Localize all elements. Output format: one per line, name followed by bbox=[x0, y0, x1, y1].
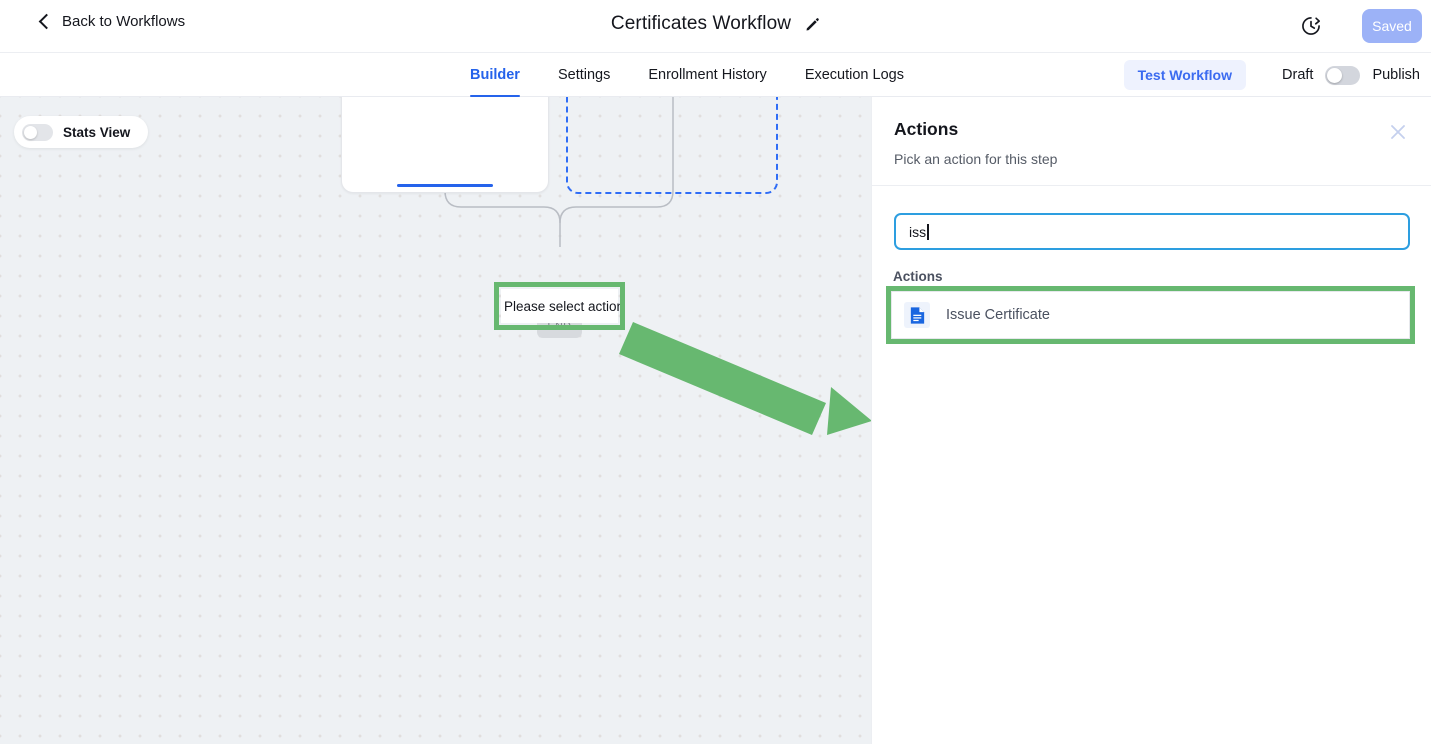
chevron-left-icon bbox=[38, 15, 51, 28]
tab-builder[interactable]: Builder bbox=[470, 53, 520, 97]
stats-view-toggle[interactable]: Stats View bbox=[14, 116, 149, 148]
actions-panel: Actions Pick an action for this step iss bbox=[871, 97, 1431, 744]
test-workflow-button[interactable]: Test Workflow bbox=[1123, 60, 1247, 90]
stats-view-switch-knob bbox=[24, 125, 37, 139]
workflow-canvas[interactable]: Stats View END Please select action bbox=[0, 97, 871, 744]
node-connectors bbox=[444, 97, 674, 247]
workflow-title-group: Certificates Workflow bbox=[0, 13, 1431, 35]
publish-toggle-knob bbox=[1327, 67, 1343, 83]
results-group-label: Actions bbox=[893, 269, 943, 284]
back-to-workflows-label: Back to Workflows bbox=[62, 13, 186, 30]
tab-settings[interactable]: Settings bbox=[558, 53, 610, 97]
draft-label: Draft bbox=[1282, 67, 1314, 83]
actions-panel-header: Actions Pick an action for this step bbox=[872, 97, 1431, 186]
highlight-box-select-action bbox=[494, 282, 625, 330]
search-input[interactable]: iss bbox=[894, 213, 1410, 250]
tab-list: Builder Settings Enrollment History Exec… bbox=[470, 53, 904, 97]
annotation-arrow bbox=[619, 322, 871, 435]
publish-toggle[interactable] bbox=[1325, 65, 1361, 85]
clock-history-icon[interactable] bbox=[1300, 15, 1322, 37]
app-root: Back to Workflows Certificates Workflow … bbox=[0, 0, 1431, 744]
tab-enrollment-history[interactable]: Enrollment History bbox=[648, 53, 766, 97]
pencil-icon[interactable] bbox=[805, 17, 820, 32]
actions-panel-title: Actions bbox=[894, 119, 959, 139]
highlight-box-issue-certificate bbox=[886, 286, 1415, 344]
page-title: Certificates Workflow bbox=[610, 13, 792, 34]
workflow-actions: Test Workflow Draft Publish bbox=[1123, 53, 1420, 97]
saved-button[interactable]: Saved bbox=[1362, 9, 1422, 43]
search-input-value: iss bbox=[909, 223, 927, 240]
top-bar: Back to Workflows Certificates Workflow … bbox=[0, 0, 1431, 53]
actions-panel-subtitle: Pick an action for this step bbox=[894, 151, 1058, 167]
back-to-workflows-button[interactable]: Back to Workflows bbox=[38, 13, 185, 30]
tab-execution-logs[interactable]: Execution Logs bbox=[805, 53, 904, 97]
tabs-bar: Builder Settings Enrollment History Exec… bbox=[0, 53, 1431, 97]
stats-view-switch[interactable] bbox=[22, 123, 53, 141]
node-accent-bar bbox=[397, 183, 493, 187]
text-caret bbox=[927, 223, 929, 240]
stats-view-label: Stats View bbox=[63, 124, 131, 140]
publish-label: Publish bbox=[1372, 67, 1420, 83]
workflow-node-placeholder[interactable] bbox=[566, 97, 778, 194]
close-icon[interactable] bbox=[1388, 122, 1408, 142]
workflow-node-card[interactable] bbox=[341, 97, 549, 193]
